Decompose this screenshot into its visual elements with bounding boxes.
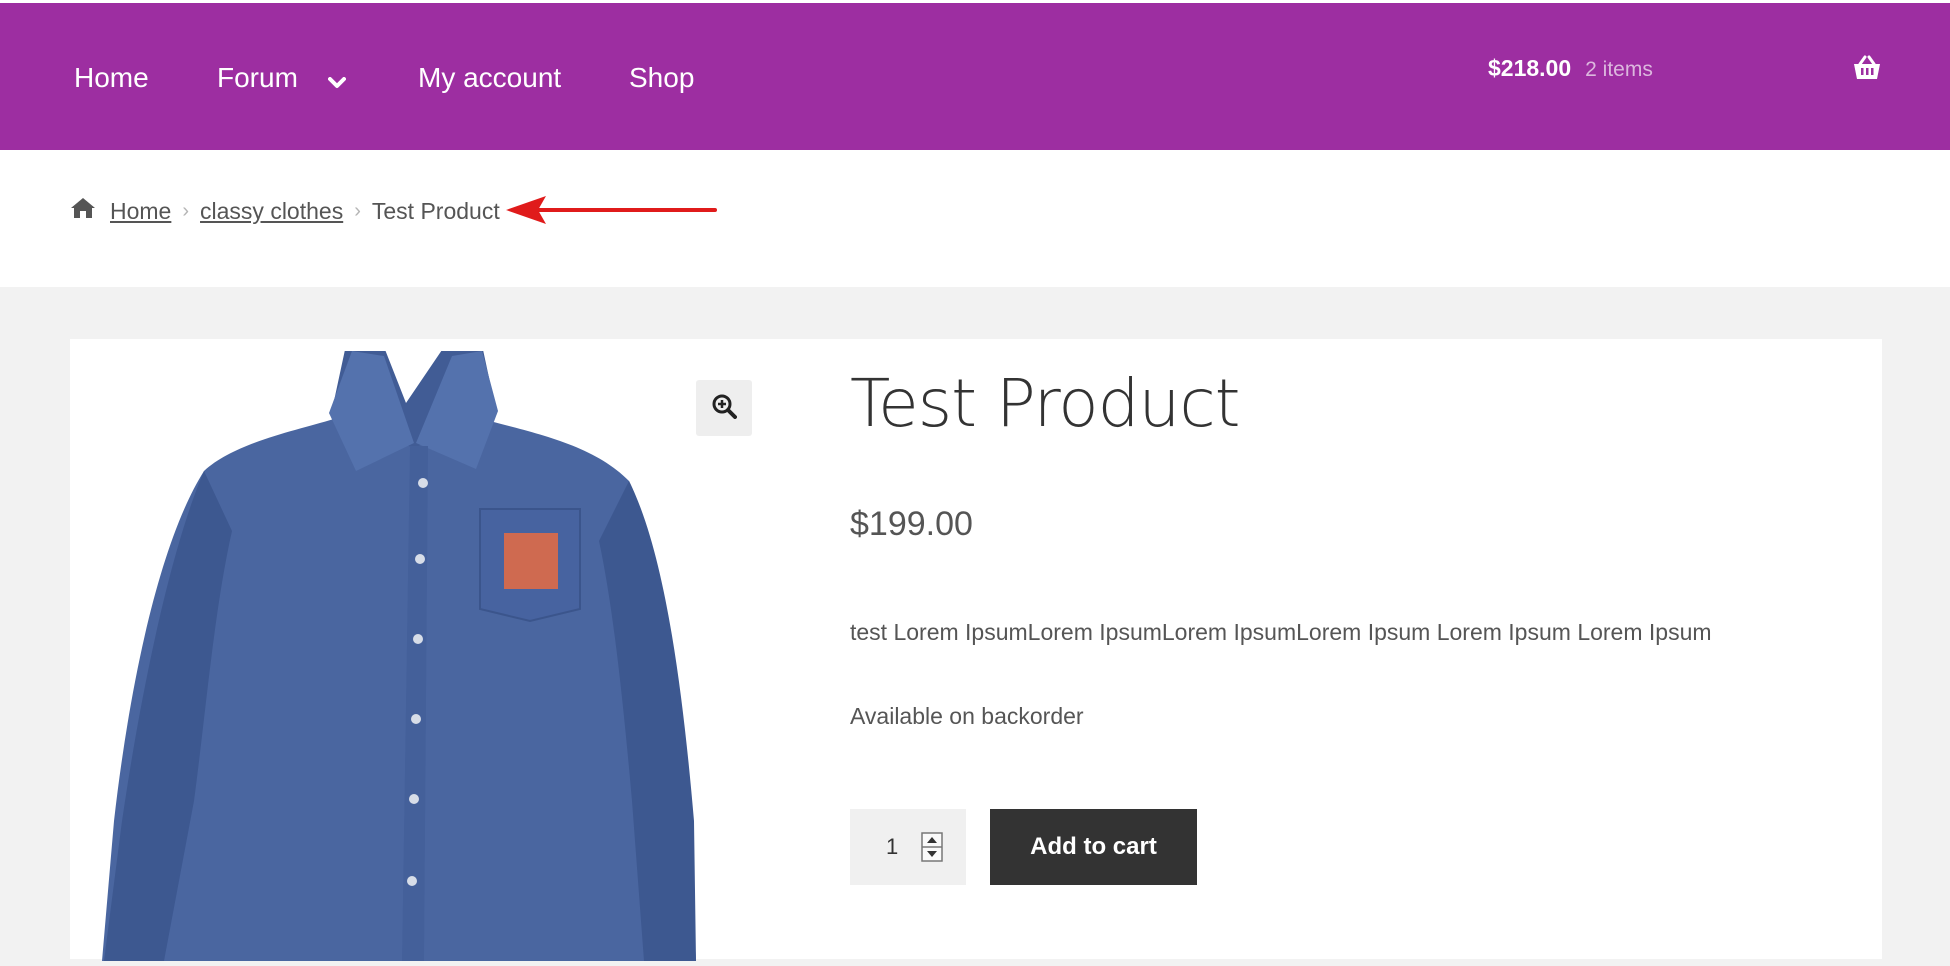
product-short-description: test Lorem IpsumLorem IpsumLorem IpsumLo… [850, 619, 1712, 645]
cart-total: $218.00 [1488, 55, 1572, 81]
stock-status: Available on backorder [850, 703, 1084, 729]
red-arrow-annotation [500, 193, 720, 232]
chevron-down-icon[interactable] [327, 63, 346, 97]
nav-forum-label: Forum [217, 62, 298, 93]
quantity-value[interactable]: 1 [886, 834, 910, 860]
nav-forum-link[interactable]: Forum [217, 61, 346, 97]
product-image[interactable] [84, 345, 774, 961]
basket-icon[interactable] [1852, 55, 1882, 86]
product-card: Test Product $199.00 test Lorem IpsumLor… [70, 339, 1882, 961]
zoom-icon [711, 393, 737, 424]
breadcrumb-category-link[interactable]: classy clothes [200, 198, 343, 225]
nav-shop-link[interactable]: Shop [629, 61, 694, 95]
breadcrumb-separator-icon: › [354, 199, 361, 222]
zoom-button[interactable] [696, 380, 752, 436]
quantity-input[interactable]: 1 [850, 809, 966, 885]
nav-home-link[interactable]: Home [74, 61, 149, 95]
add-to-cart-button[interactable]: Add to cart [990, 809, 1197, 885]
product-price: $199.00 [850, 505, 973, 543]
breadcrumb-bar: Home › classy clothes › Test Product [0, 150, 1950, 287]
product-title: Test Product [850, 365, 1241, 442]
qty-stepper-icon[interactable] [921, 832, 943, 867]
cart-item-count: 2 items [1585, 58, 1653, 81]
home-icon [70, 197, 96, 225]
nav-my-account-link[interactable]: My account [418, 61, 561, 95]
breadcrumb: Home › classy clothes › Test Product [70, 194, 500, 228]
breadcrumb-home-link[interactable]: Home [110, 198, 171, 225]
breadcrumb-current: Test Product [371, 197, 500, 224]
header-cart[interactable]: $218.00 2 items [1488, 55, 1653, 89]
site-header: Home Forum My account Shop $218.00 2 ite… [0, 0, 1950, 150]
breadcrumb-separator-icon: › [182, 199, 190, 222]
